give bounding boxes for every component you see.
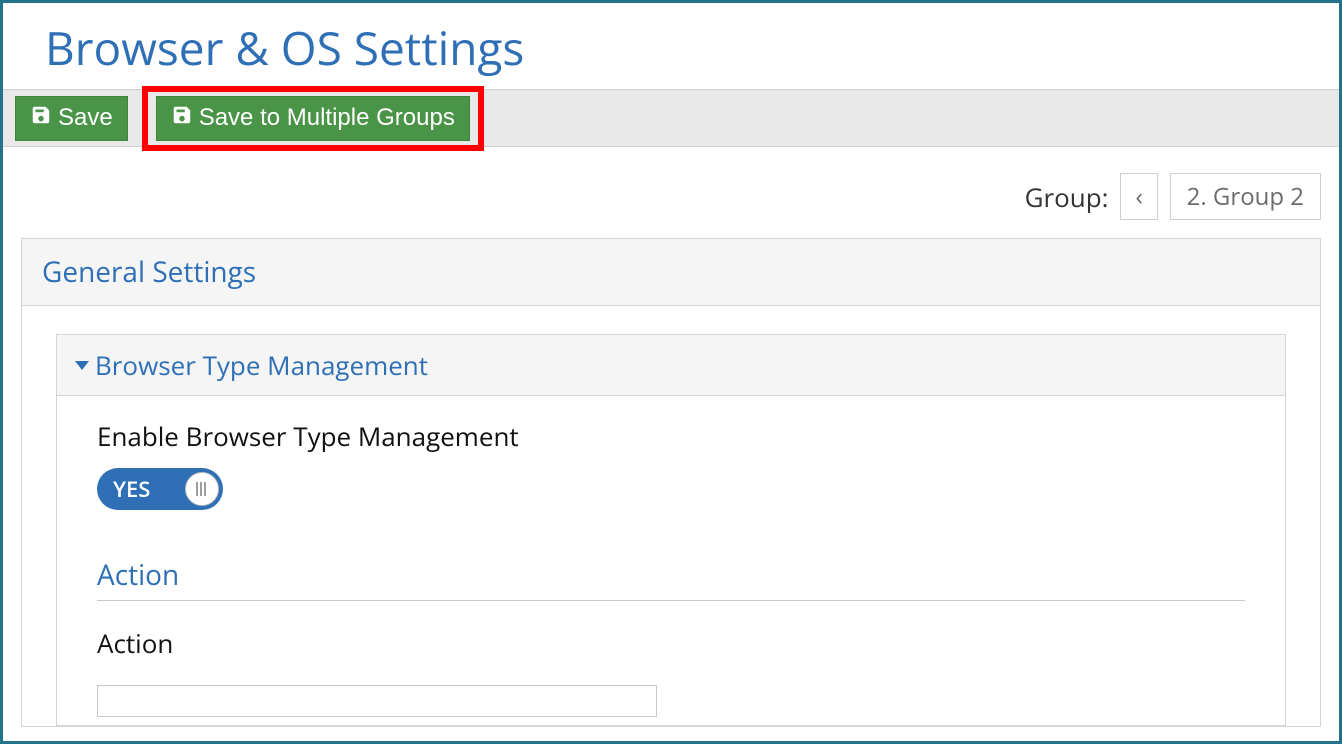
save-icon [171, 104, 193, 133]
action-section-title: Action [97, 556, 1245, 601]
action-field-label: Action [97, 625, 1245, 661]
save-to-multiple-groups-button[interactable]: Save to Multiple Groups [156, 96, 470, 141]
group-picker: Group: ‹ 2. Group 2 [3, 173, 1321, 220]
enable-browser-type-toggle[interactable]: YES [97, 468, 223, 510]
group-prev-button[interactable]: ‹ [1120, 173, 1157, 220]
save-button[interactable]: Save [15, 96, 128, 141]
enable-browser-type-label: Enable Browser Type Management [97, 418, 1245, 454]
toggle-value: YES [113, 474, 150, 504]
toggle-knob [185, 472, 219, 506]
group-select[interactable]: 2. Group 2 [1170, 173, 1321, 220]
browser-type-subpanel: Browser Type Management Enable Browser T… [56, 334, 1286, 726]
toolbar: Save Save to Multiple Groups [3, 89, 1339, 147]
action-input[interactable] [97, 685, 657, 717]
general-settings-panel: General Settings Browser Type Management… [21, 238, 1321, 727]
grip-icon [196, 482, 208, 496]
caret-down-icon [75, 361, 89, 370]
save-icon [30, 104, 52, 133]
page-title: Browser & OS Settings [45, 17, 1339, 79]
save-button-label: Save [58, 104, 113, 132]
group-label: Group: [1025, 179, 1109, 215]
browser-type-header[interactable]: Browser Type Management [57, 335, 1285, 396]
save-to-multiple-groups-label: Save to Multiple Groups [199, 104, 455, 132]
browser-type-header-label: Browser Type Management [95, 347, 428, 383]
general-settings-header: General Settings [22, 239, 1320, 306]
highlight-save-multi: Save to Multiple Groups [142, 86, 484, 151]
